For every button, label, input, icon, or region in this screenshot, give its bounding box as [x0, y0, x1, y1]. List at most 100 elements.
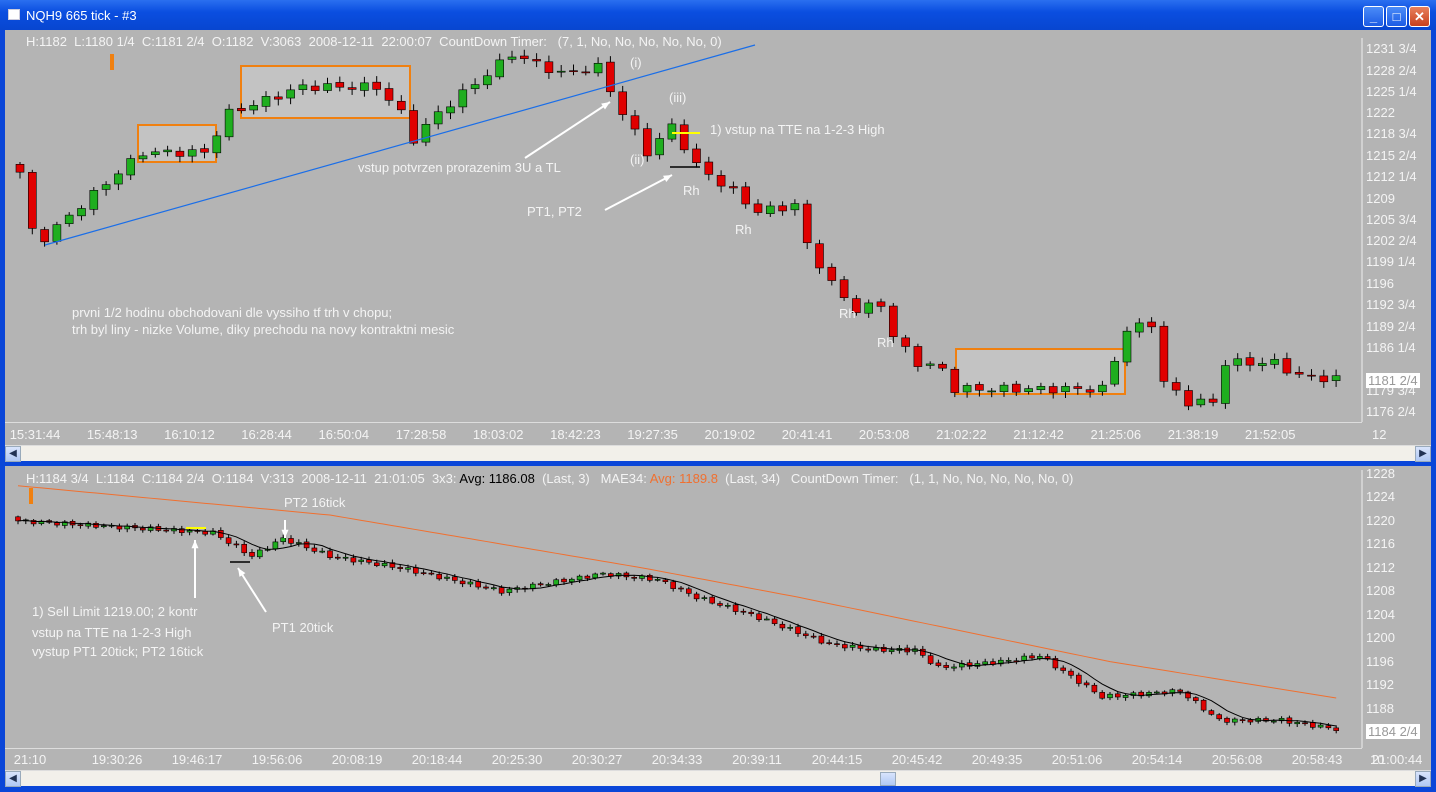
price-axis-label: 1176 2/4	[1366, 404, 1416, 419]
pt1-annotation: PT1 20tick	[272, 620, 334, 635]
time-axis-label: 21:38:19	[1167, 427, 1219, 442]
price-axis-label: 1189 2/4	[1366, 319, 1416, 334]
time-axis-label: 16:10:12	[164, 427, 215, 442]
time-axis-label: 16:28:44	[241, 427, 292, 442]
top-current-price: 1181 2/4	[1366, 373, 1420, 388]
time-axis-label: 19:46:17	[171, 752, 223, 767]
price-axis-label: 1224	[1366, 489, 1395, 505]
price-axis-label: 1220	[1366, 512, 1395, 528]
order-line-2: vstup na TTE na 1-2-3 High	[32, 625, 192, 640]
price-axis-label: 1200	[1366, 630, 1395, 646]
time-axis-label: 20:49:35	[971, 752, 1023, 767]
price-axis-label: 1228	[1366, 466, 1395, 481]
ma34-value: Avg: 1189.8	[649, 471, 718, 486]
price-axis-label: 1202 2/4	[1366, 233, 1417, 248]
scroll-thumb[interactable]	[880, 772, 896, 786]
order-line-1: 1) Sell Limit 1219.00; 2 kontr	[32, 604, 198, 619]
price-axis-label: 1196	[1366, 653, 1394, 669]
time-axis-label: 19:30:26	[91, 752, 143, 767]
time-axis-label: 15:31:44	[9, 427, 61, 442]
price-axis-label: 1205 3/4	[1366, 212, 1417, 227]
price-axis-label: 1218 3/4	[1366, 126, 1417, 141]
targets-annotation: PT1, PT2	[527, 204, 582, 219]
bottom-info-b: (Last, 3) MAE34:	[534, 471, 650, 486]
time-axis-label: 20:45:42	[891, 752, 943, 767]
time-axis-label: 20:44:15	[811, 752, 863, 767]
price-axis-label: 1192	[1366, 677, 1394, 693]
time-axis-label: 20:41:41	[781, 427, 833, 442]
time-axis-label: 21:10	[13, 752, 47, 767]
price-axis-label: 1208	[1366, 583, 1395, 599]
wave-iii-label: (iii)	[669, 90, 687, 105]
time-axis-label: 20:34:33	[651, 752, 703, 767]
maximize-button[interactable]: □	[1386, 6, 1407, 27]
time-axis-label: 20:56:08	[1211, 752, 1263, 767]
bottom-chart-pane[interactable]	[5, 466, 1431, 770]
time-axis-label: 20:58:43	[1291, 752, 1343, 767]
scroll-left-icon[interactable]: ◀	[5, 771, 21, 787]
time-axis-label: 20:08:19	[331, 752, 383, 767]
note-line-2: trh byl liny - nizke Volume, diky precho…	[72, 322, 455, 337]
pt2-annotation: PT2 16tick	[284, 495, 346, 510]
time-axis-label: 17:28:58	[395, 427, 447, 442]
rh-label: Rh	[839, 306, 856, 321]
order-line-3: vystup PT1 20tick; PT2 16tick	[32, 644, 204, 659]
time-axis-label: 20:53:08	[858, 427, 910, 442]
price-axis-label: 1212 1/4	[1366, 169, 1417, 184]
time-axis-label: 18:42:23	[550, 427, 601, 442]
rh-label: Rh	[877, 335, 894, 350]
bottom-info-a: H:1184 3/4 L:1184 C:1184 2/4 O:1184 V:31…	[26, 471, 460, 486]
top-axis-corner: 12	[1372, 427, 1387, 442]
price-axis-label: 1188	[1366, 700, 1394, 716]
time-axis-label: 21:12:42	[1013, 427, 1064, 442]
price-axis-label: 1225 1/4	[1366, 84, 1417, 99]
time-axis-label: 20:39:11	[732, 752, 782, 767]
time-axis-label: 18:03:02	[472, 427, 524, 442]
time-axis-label: 20:54:14	[1131, 752, 1183, 767]
top-info-line: H:1182 L:1180 1/4 C:1181 2/4 O:1182 V:30…	[26, 34, 722, 49]
price-axis-label: 1228 2/4	[1366, 63, 1417, 78]
rh-label: Rh	[683, 183, 700, 198]
bottom-current-price: 1184 2/4	[1366, 724, 1420, 739]
time-axis-label: 21:52:05	[1244, 427, 1296, 442]
window-title: NQH9 665 tick - #3	[26, 8, 137, 23]
scroll-right-icon[interactable]: ▶	[1415, 771, 1431, 787]
minimize-button[interactable]: _	[1363, 6, 1384, 27]
price-axis-label: 1196	[1366, 276, 1394, 291]
time-axis-label: 20:25:30	[491, 752, 543, 767]
time-axis-label: 20:51:06	[1051, 752, 1103, 767]
price-axis-label: 1199 1/4	[1366, 254, 1416, 269]
time-axis-label: 21:02:22	[936, 427, 987, 442]
time-axis-label: 20:30:27	[571, 752, 623, 767]
price-axis-label: 1216	[1366, 536, 1395, 552]
price-axis-label: 1186 1/4	[1366, 340, 1416, 355]
entry-annotation: 1) vstup na TTE na 1-2-3 High	[710, 122, 885, 137]
time-axis-label: 21:25:06	[1090, 427, 1142, 442]
window-icon	[8, 9, 20, 20]
confirm-annotation: vstup potvrzen prorazenim 3U a TL	[358, 160, 561, 175]
ma3-value: Avg: 1186.08	[459, 471, 535, 486]
time-axis-label: 19:27:35	[627, 427, 678, 442]
time-axis-label: 15:48:13	[86, 427, 138, 442]
bottom-info-c: (Last, 34) CountDown Timer: (1, 1, No, N…	[717, 471, 1074, 486]
close-button[interactable]: ✕	[1409, 6, 1430, 27]
time-axis-label: 20:19:02	[704, 427, 756, 442]
scroll-right-icon[interactable]: ▶	[1415, 446, 1431, 462]
top-horizontal-scrollbar[interactable]: ◀ ▶	[5, 445, 1431, 462]
scroll-left-icon[interactable]: ◀	[5, 446, 21, 462]
price-axis-label: 1212	[1366, 559, 1395, 575]
time-axis-label: 16:50:04	[318, 427, 370, 442]
note-line-1: prvni 1/2 hodinu obchodovani dle vyssiho…	[72, 305, 393, 320]
wave-ii-label: (ii)	[630, 152, 645, 167]
bottom-axis-corner: 10	[1370, 752, 1385, 767]
price-axis-label: 1209	[1366, 191, 1395, 206]
time-axis-label: 20:18:44	[411, 752, 463, 767]
top-chart-pane[interactable]	[5, 30, 1431, 445]
time-axis-label: 19:56:06	[251, 752, 303, 767]
wave-i-label: (i)	[630, 55, 642, 70]
price-axis-label: 1222	[1366, 105, 1395, 120]
price-axis-label: 1215 2/4	[1366, 148, 1417, 163]
bottom-horizontal-scrollbar[interactable]: ◀ ▶	[5, 770, 1431, 787]
bottom-info-line: H:1184 3/4 L:1184 C:1184 2/4 O:1184 V:31…	[26, 471, 1073, 486]
rh-label: Rh	[735, 222, 752, 237]
